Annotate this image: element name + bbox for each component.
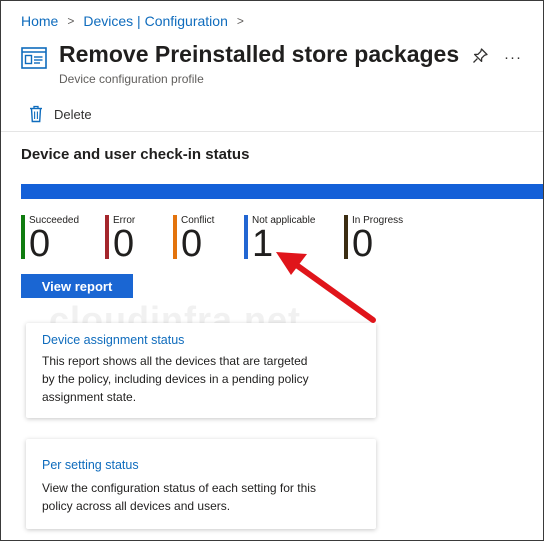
chevron-right-icon: > [236,14,244,28]
page-subtitle: Device configuration profile [59,72,204,86]
pin-icon[interactable] [471,47,489,65]
status-tile-conflict[interactable]: Conflict 0 [173,213,214,263]
status-tile-count: 0 [29,223,51,265]
card-description: This report shows all the devices that a… [42,354,309,404]
status-tile-error[interactable]: Error 0 [105,213,135,263]
delete-label: Delete [54,106,92,122]
chevron-right-icon: > [67,14,75,28]
policy-document-icon [21,47,47,69]
checkin-status-title: Device and user check-in status [21,146,250,163]
status-tile-count: 0 [181,223,203,265]
card-description: View the configuration status of each se… [42,481,316,513]
checkin-status-bar [21,184,543,199]
breadcrumb: Home > Devices | Configuration > [21,13,253,29]
status-tile-count: 0 [113,223,135,265]
more-options-icon[interactable]: ··· [504,49,522,66]
page-title: Remove Preinstalled store packages [59,41,460,67]
view-report-button[interactable]: View report [21,274,133,298]
card-title-link[interactable]: Per setting status [42,458,139,472]
per-setting-status-card[interactable]: Per setting status View the configuratio… [26,439,376,529]
status-tile-succeeded[interactable]: Succeeded 0 [21,213,79,263]
breadcrumb-devices-configuration-link[interactable]: Devices | Configuration [83,13,227,29]
breadcrumb-home-link[interactable]: Home [21,13,58,29]
toolbar-divider [1,131,543,132]
red-arrow-icon [276,252,376,323]
card-title-link[interactable]: Device assignment status [42,333,184,347]
app-window: Home > Devices | Configuration > Remove … [0,0,544,541]
delete-button[interactable]: Delete [29,105,92,123]
trash-icon [30,105,42,123]
